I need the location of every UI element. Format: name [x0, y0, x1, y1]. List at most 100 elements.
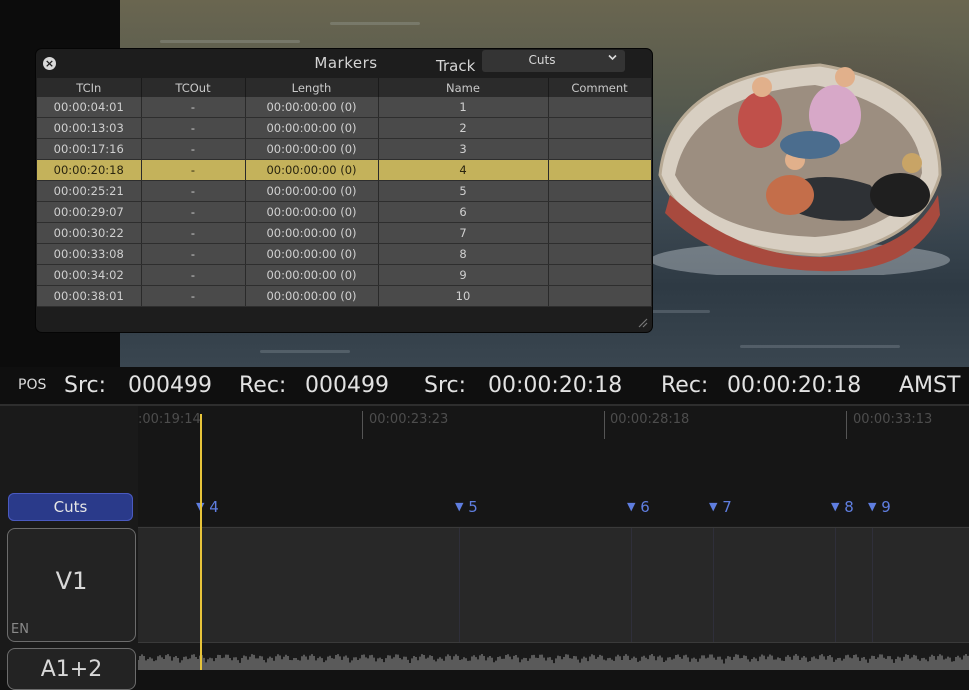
marker-label: 8: [844, 498, 854, 516]
table-cell-comment: [548, 138, 652, 160]
table-cell-length: 00:00:00:00 (0): [245, 201, 379, 223]
audio-waveform: [138, 654, 969, 670]
pos-label: POS: [18, 377, 47, 393]
table-cell-tcout: -: [141, 243, 246, 265]
rec-frames: 000499: [305, 373, 389, 398]
table-cell-tcout: -: [141, 138, 246, 160]
table-row[interactable]: 00:00:29:07-00:00:00:00 (0) 6: [37, 201, 652, 223]
table-cell-tcin: 00:00:17:16: [37, 138, 142, 160]
table-row[interactable]: 00:00:33:08-00:00:00:00 (0) 8: [37, 243, 652, 265]
table-cell-length: 00:00:00:00 (0): [245, 243, 379, 265]
src-frames: 000499: [128, 373, 212, 398]
ruler-label: 00:00:23:23: [369, 412, 449, 427]
track-name: V1: [55, 567, 88, 595]
table-cell-name: 2: [378, 117, 549, 139]
table-header-row: TCIn TCOut Length Name Comment: [37, 78, 652, 97]
marker-label: 7: [722, 498, 732, 516]
ruler-tick: [604, 411, 605, 439]
table-cell-length: 00:00:00:00 (0): [245, 264, 379, 286]
table-cell-tcin: 00:00:13:03: [37, 117, 142, 139]
resize-grip-icon[interactable]: [636, 316, 648, 328]
timeline-marker[interactable]: ▼ 9: [868, 498, 891, 516]
table-cell-comment: [548, 180, 652, 202]
table-cell-length: 00:00:00:00 (0): [245, 138, 379, 160]
column-header-comment[interactable]: Comment: [548, 78, 652, 97]
column-header-tcin[interactable]: TCIn: [37, 78, 142, 97]
table-cell-comment: [548, 243, 652, 265]
status-bar: POS Src: 000499 Rec: 000499 Src: 00:00:2…: [0, 367, 969, 404]
close-icon[interactable]: ×: [43, 57, 56, 70]
video-track-area[interactable]: [138, 527, 969, 643]
table-cell-name: 4: [378, 159, 549, 181]
table-cell-tcout: -: [141, 180, 246, 202]
table-cell-tcin: 00:00:33:08: [37, 243, 142, 265]
table-cell-name: 3: [378, 138, 549, 160]
column-header-tcout[interactable]: TCOut: [141, 78, 246, 97]
table-cell-comment: [548, 264, 652, 286]
table-row[interactable]: 00:00:04:01-00:00:00:00 (0) 1: [37, 97, 652, 118]
src-label: Src:: [64, 373, 107, 398]
track-label: Track: [436, 57, 476, 75]
table-row[interactable]: 00:00:30:22-00:00:00:00 (0) 7: [37, 222, 652, 244]
markers-table: TCIn TCOut Length Name Comment 00:00:04:…: [37, 78, 652, 307]
table-cell-name: 5: [378, 180, 549, 202]
table-cell-comment: [548, 222, 652, 244]
cut-line: [835, 528, 836, 642]
track-language: EN: [11, 622, 29, 637]
table-row[interactable]: 00:00:34:02-00:00:00:00 (0) 9: [37, 264, 652, 286]
timeline-marker[interactable]: ▼ 7: [709, 498, 732, 516]
audio-track-header[interactable]: A1+2: [7, 648, 136, 690]
ruler-tick: [846, 411, 847, 439]
water-highlight: [260, 350, 350, 353]
table-row[interactable]: 00:00:13:03-00:00:00:00 (0) 2: [37, 117, 652, 139]
track-dropdown-value: Cuts: [528, 53, 556, 67]
timeline[interactable]: :00:19:14 00:00:23:23 00:00:28:18 00:00:…: [0, 404, 969, 690]
cut-line: [872, 528, 873, 642]
rec-timecode: 00:00:20:18: [727, 373, 862, 398]
track-name: A1+2: [40, 657, 103, 682]
table-cell-length: 00:00:00:00 (0): [245, 97, 379, 118]
ruler-label: 00:00:28:18: [610, 412, 690, 427]
table-cell-tcin: 00:00:34:02: [37, 264, 142, 286]
timeline-marker[interactable]: ▼ 6: [627, 498, 650, 516]
table-cell-length: 00:00:00:00 (0): [245, 180, 379, 202]
playhead[interactable]: [200, 414, 202, 670]
marker-triangle-icon: ▼: [831, 500, 840, 513]
table-cell-comment: [548, 201, 652, 223]
table-cell-comment: [548, 159, 652, 181]
table-cell-tcout: -: [141, 117, 246, 139]
table-cell-tcout: -: [141, 285, 246, 307]
cuts-track-button[interactable]: Cuts: [8, 493, 133, 521]
status-overflow-text: AMST: [899, 373, 961, 398]
timeline-marker[interactable]: ▼ 8: [831, 498, 854, 516]
marker-triangle-icon: ▼: [709, 500, 718, 513]
marker-label: 9: [881, 498, 891, 516]
water-highlight: [740, 345, 900, 348]
track-dropdown[interactable]: Cuts: [482, 50, 625, 72]
table-cell-name: 1: [378, 97, 549, 118]
table-row[interactable]: 00:00:25:21-00:00:00:00 (0) 5: [37, 180, 652, 202]
table-cell-name: 8: [378, 243, 549, 265]
marker-label: 4: [209, 498, 219, 516]
column-header-name[interactable]: Name: [378, 78, 549, 97]
table-row[interactable]: 00:00:38:01-00:00:00:00 (0) 10: [37, 285, 652, 307]
video-track-header[interactable]: V1 EN: [7, 528, 136, 642]
table-cell-comment: [548, 117, 652, 139]
table-row[interactable]: 00:00:17:16-00:00:00:00 (0) 3: [37, 138, 652, 160]
ruler-tick: [362, 411, 363, 439]
table-cell-length: 00:00:00:00 (0): [245, 117, 379, 139]
column-header-length[interactable]: Length: [245, 78, 379, 97]
table-cell-name: 10: [378, 285, 549, 307]
cut-line: [713, 528, 714, 642]
table-cell-tcin: 00:00:29:07: [37, 201, 142, 223]
src-tc-label: Src:: [424, 373, 467, 398]
table-cell-name: 7: [378, 222, 549, 244]
table-cell-length: 00:00:00:00 (0): [245, 285, 379, 307]
boat-image: [650, 63, 950, 275]
timeline-marker[interactable]: ▼ 5: [455, 498, 478, 516]
table-cell-comment: [548, 97, 652, 118]
marker-triangle-icon: ▼: [868, 500, 877, 513]
table-row[interactable]: 00:00:20:18-00:00:00:00 (0) 4: [37, 159, 652, 181]
water-highlight: [330, 22, 420, 25]
table-cell-tcout: -: [141, 264, 246, 286]
